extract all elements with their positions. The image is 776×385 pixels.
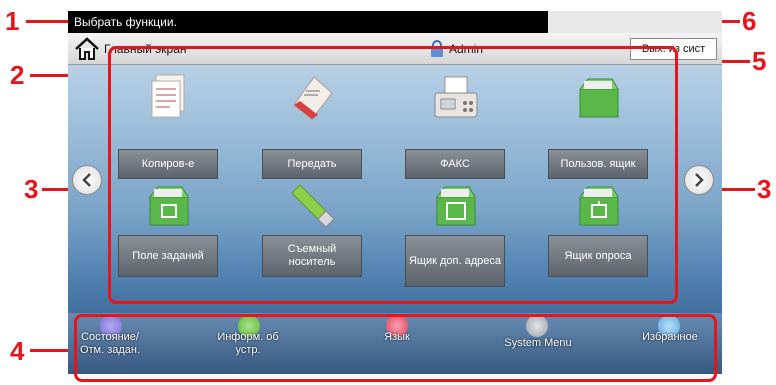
callout-3-right: 3 — [757, 174, 772, 204]
callout-4: 4 — [10, 336, 25, 366]
message-bar: Выбрать функции. — [68, 11, 548, 33]
callout-3-left: 3 — [24, 174, 39, 204]
annotated-screenshot: 1 2 3 3 4 5 6 Выбрать функции. Главный э… — [0, 0, 776, 385]
callout-2: 2 — [10, 60, 25, 90]
callout-6: 6 — [742, 6, 757, 36]
callout-1-line — [26, 20, 68, 23]
next-page-button[interactable] — [684, 165, 714, 195]
chevron-left-icon — [82, 173, 91, 187]
callout-5: 5 — [752, 46, 767, 76]
chevron-right-icon — [695, 173, 704, 187]
callout-3-right-line — [719, 188, 755, 191]
prev-page-button[interactable] — [72, 165, 102, 195]
function-panel-highlight — [108, 46, 678, 304]
bottom-bar-highlight — [74, 314, 717, 382]
home-icon — [75, 37, 99, 60]
callout-1: 1 — [5, 6, 20, 36]
message-bar-rest — [548, 11, 722, 33]
message-text: Выбрать функции. — [74, 15, 177, 29]
